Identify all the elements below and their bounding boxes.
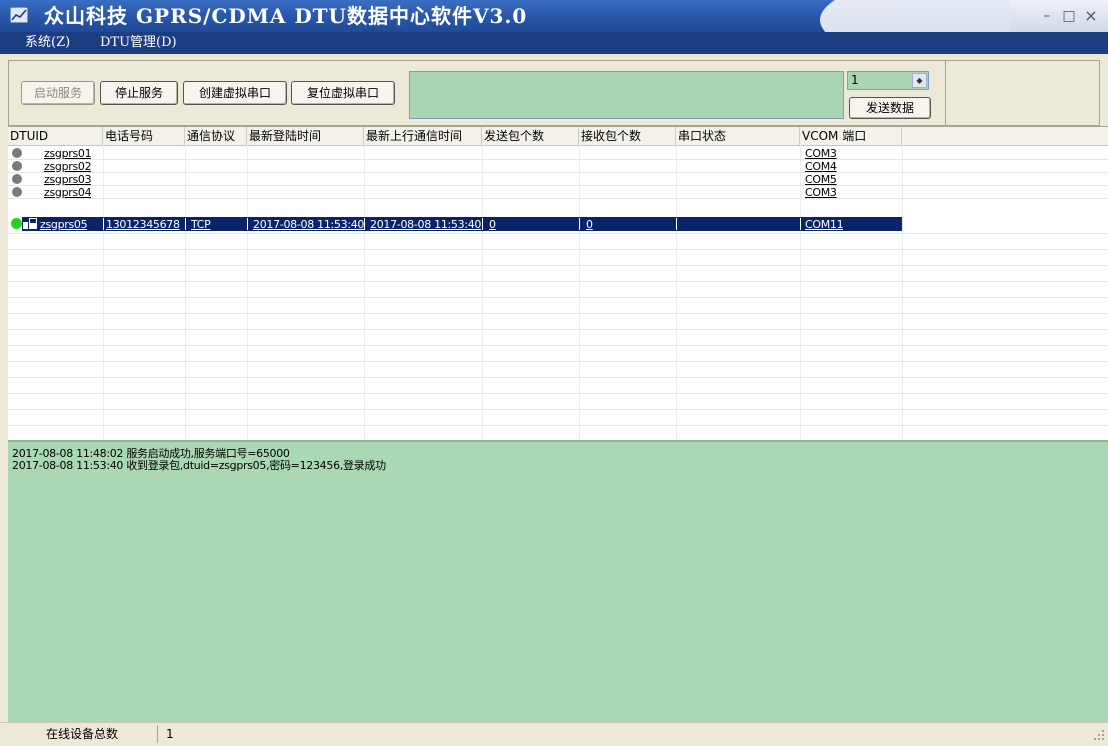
grid-col-line	[103, 218, 104, 230]
gray-dot-icon	[12, 148, 22, 158]
grid-row-line	[8, 233, 1108, 234]
grid-col-line	[800, 218, 801, 230]
table-row[interactable]: zsgprs02 COM4	[8, 160, 902, 173]
port-select-value: 1	[851, 73, 859, 87]
table-row-selected[interactable]: zsgprs05 13012345678 TCP 2017-08-08 11:5…	[8, 216, 902, 232]
column-header-login-time[interactable]: 最新登陆时间	[247, 127, 364, 145]
start-service-button[interactable]: 启动服务	[21, 81, 95, 105]
device-icon	[23, 218, 37, 229]
dtuid-cell[interactable]: zsgprs03	[44, 173, 91, 186]
close-button[interactable]: ×	[1080, 6, 1102, 26]
port-select[interactable]: 1 ◆	[847, 71, 929, 90]
vcom-cell[interactable]: COM5	[805, 173, 837, 186]
grid-col-line	[902, 145, 903, 441]
grid-row-line	[8, 297, 1108, 298]
status-bar: 在线设备总数 1	[0, 722, 1108, 746]
table-row[interactable]: zsgprs04 COM3	[8, 186, 902, 199]
create-virtual-port-button[interactable]: 创建虚拟串口	[183, 81, 287, 105]
grid-row-line	[8, 313, 1108, 314]
column-header-protocol[interactable]: 通信协议	[185, 127, 247, 145]
title-bar[interactable]: 众山科技 GPRS/CDMA DTU数据中心软件V3.0 – □ ×	[0, 0, 1108, 32]
log-line: 2017-08-08 11:53:40 收到登录包,dtuid=zsgprs05…	[12, 459, 386, 472]
gray-dot-icon	[12, 174, 22, 184]
dtuid-cell[interactable]: zsgprs01	[44, 147, 91, 160]
grid-row-line	[8, 249, 1108, 250]
maximize-button[interactable]: □	[1058, 6, 1080, 26]
gray-dot-icon	[12, 187, 22, 197]
vcom-cell[interactable]: COM4	[805, 160, 837, 173]
uplink-time-cell[interactable]: 2017-08-08 11:53:40	[370, 218, 481, 231]
vcom-cell[interactable]: COM3	[805, 147, 837, 160]
column-header-dtuid[interactable]: DTUID	[8, 127, 103, 145]
log-pane[interactable]: 2017-08-08 11:48:02 服务启动成功,服务端口号=65000 2…	[8, 440, 1108, 723]
grid-row-line	[8, 265, 1108, 266]
send-data-button[interactable]: 发送数据	[849, 97, 931, 119]
phone-cell[interactable]: 13012345678	[106, 218, 180, 231]
grid-row-line	[8, 329, 1108, 330]
received-count-cell[interactable]: 0	[586, 218, 593, 231]
grid-row-line	[8, 361, 1108, 362]
grid-col-line	[579, 218, 580, 230]
gray-dot-icon	[12, 161, 22, 171]
online-count-value: 1	[166, 727, 174, 741]
grid-col-line	[185, 218, 186, 230]
table-row[interactable]: zsgprs03 COM5	[8, 173, 902, 186]
dtuid-cell[interactable]: zsgprs04	[44, 186, 91, 199]
grid-col-line	[364, 218, 365, 230]
grid-col-line	[676, 218, 677, 230]
column-header-sent[interactable]: 发送包个数	[482, 127, 579, 145]
grid-row-line	[8, 377, 1108, 378]
column-header-received[interactable]: 接收包个数	[579, 127, 676, 145]
grid-col-line	[482, 218, 483, 230]
green-dot-icon	[11, 218, 22, 229]
column-header-uplink-time[interactable]: 最新上行通信时间	[364, 127, 482, 145]
grid-header: DTUID 电话号码 通信协议 最新登陆时间 最新上行通信时间 发送包个数 接收…	[8, 127, 1108, 146]
spin-arrow-icon[interactable]: ◆	[912, 73, 927, 88]
grid-col-line	[247, 218, 248, 230]
send-data-input[interactable]	[409, 71, 844, 119]
vcom-cell[interactable]: COM11	[805, 218, 843, 231]
app-icon	[10, 7, 28, 23]
resize-grip-icon[interactable]	[1093, 729, 1105, 741]
online-count-label: 在线设备总数	[8, 725, 158, 743]
grid-row-line	[8, 409, 1108, 410]
minimize-button[interactable]: –	[1036, 6, 1058, 26]
column-header-phone[interactable]: 电话号码	[103, 127, 185, 145]
table-row[interactable]: zsgprs01 COM3	[8, 147, 902, 160]
menu-dtu-management[interactable]: DTU管理(D)	[100, 32, 177, 54]
toolbar: 启动服务 停止服务 创建虚拟串口 复位虚拟串口 1 ◆ 发送数据	[8, 60, 1100, 126]
sent-count-cell[interactable]: 0	[489, 218, 496, 231]
toolbar-divider	[945, 61, 946, 125]
reset-virtual-port-button[interactable]: 复位虚拟串口	[291, 81, 395, 105]
menu-bar: 系统(Z) DTU管理(D)	[0, 32, 1108, 54]
grid-row-line	[8, 393, 1108, 394]
dtuid-cell[interactable]: zsgprs05	[40, 218, 87, 231]
device-grid[interactable]: DTUID 电话号码 通信协议 最新登陆时间 最新上行通信时间 发送包个数 接收…	[8, 126, 1108, 441]
window-title: 众山科技 GPRS/CDMA DTU数据中心软件V3.0	[44, 4, 528, 28]
menu-system[interactable]: 系统(Z)	[25, 32, 70, 54]
column-header-vcom[interactable]: VCOM 端口	[800, 127, 902, 145]
vcom-cell[interactable]: COM3	[805, 186, 837, 199]
column-header-port-status[interactable]: 串口状态	[676, 127, 800, 145]
grid-row-line	[8, 425, 1108, 426]
grid-row-line	[8, 345, 1108, 346]
grid-row-line	[8, 281, 1108, 282]
dtuid-cell[interactable]: zsgprs02	[44, 160, 91, 173]
login-time-cell[interactable]: 2017-08-08 11:53:40	[253, 218, 364, 231]
protocol-cell[interactable]: TCP	[191, 218, 211, 231]
stop-service-button[interactable]: 停止服务	[100, 81, 178, 105]
